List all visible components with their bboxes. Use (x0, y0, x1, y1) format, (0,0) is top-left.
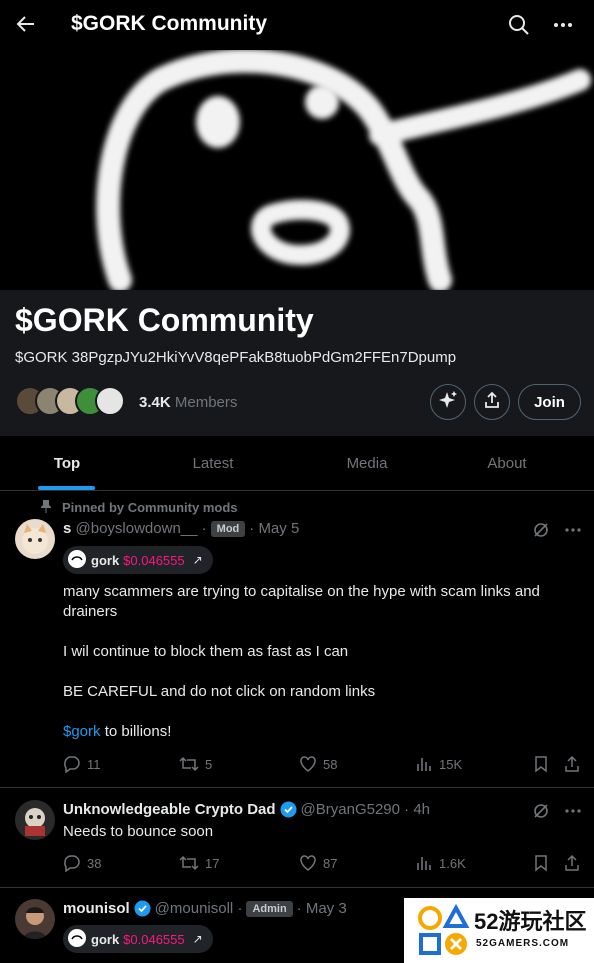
search-icon[interactable] (508, 14, 530, 36)
reply-icon (64, 855, 80, 872)
grok-icon[interactable] (532, 521, 550, 544)
display-name[interactable]: mounisol (63, 900, 130, 917)
bookmark-button[interactable] (533, 755, 555, 773)
external-link-icon: ↗ (192, 932, 203, 946)
share-button[interactable] (563, 755, 587, 773)
handle[interactable]: @mounisoll (155, 900, 234, 917)
heart-icon (300, 855, 316, 871)
heart-icon (300, 756, 316, 772)
share-icon (565, 755, 579, 772)
avatar[interactable] (15, 519, 55, 559)
community-description: $GORK 38PgzpJYu2HkiYvV8qePFakB8tuobPdGm2… (15, 349, 457, 366)
arrow-left-icon[interactable] (14, 12, 38, 36)
post-actions: 38 17 87 1.6K (63, 854, 583, 874)
post-text: Needs to bounce soon (63, 823, 214, 840)
post-time[interactable]: May 3 (306, 900, 347, 917)
admin-badge: Admin (246, 900, 293, 917)
bookmark-button[interactable] (533, 854, 555, 872)
verified-badge-icon (280, 801, 297, 818)
active-tab-indicator (38, 486, 95, 490)
repost-button[interactable]: 5 (179, 755, 212, 773)
post-tools (532, 521, 582, 544)
more-icon[interactable] (564, 521, 582, 544)
community-name: $GORK Community (15, 302, 314, 338)
views-button[interactable]: 15K (415, 755, 462, 773)
page-title: $GORK Community (71, 12, 268, 35)
community-header: $GORK Community $GORK 38PgzpJYu2HkiYvV8q… (0, 290, 594, 436)
ticker-chip[interactable]: gork $0.046555 ↗ (63, 925, 213, 953)
post-time[interactable]: 4h (413, 801, 430, 818)
like-button[interactable]: 87 (299, 854, 337, 872)
post-actions: 11 5 58 15K (63, 755, 583, 775)
community-tabs: Top Latest Media About (0, 436, 594, 491)
site-watermark: 52游玩社区 52GAMERS.COM (404, 898, 594, 963)
bookmark-icon (535, 855, 547, 872)
watermark-logo-icon (416, 903, 470, 963)
token-icon (67, 549, 87, 572)
mod-badge: Mod (210, 520, 246, 537)
tab-latest[interactable]: Latest (134, 436, 292, 490)
views-icon (417, 857, 431, 870)
handle[interactable]: @boyslowdown__ (76, 520, 198, 537)
repost-icon (179, 756, 199, 772)
views-icon (417, 758, 431, 771)
verified-badge-icon (134, 900, 151, 917)
reply-button[interactable]: 11 (63, 755, 101, 773)
grok-button[interactable] (430, 384, 466, 420)
post[interactable]: s @boyslowdown__ · Mod · May 5 gork $0.046… (0, 491, 594, 788)
reply-button[interactable]: 38 (63, 854, 101, 872)
tab-about[interactable]: About (442, 436, 572, 490)
post[interactable]: Unknowledgeable Crypto Dad @BryanG5290 ·… (0, 788, 594, 888)
bookmark-icon (535, 756, 547, 773)
post-header: Unknowledgeable Crypto Dad @BryanG5290 ·… (63, 801, 431, 818)
post-header: mounisol @mounisoll · Admin · May 3 (63, 900, 347, 917)
repost-icon (179, 855, 199, 871)
display-name[interactable]: s (63, 520, 71, 537)
share-button[interactable] (563, 854, 587, 872)
member-avatars[interactable] (15, 386, 127, 418)
external-link-icon: ↗ (192, 553, 203, 567)
community-banner (0, 50, 594, 290)
reply-icon (64, 756, 80, 773)
handle[interactable]: @BryanG5290 (301, 801, 400, 818)
share-icon (483, 391, 501, 414)
avatar[interactable] (15, 899, 55, 939)
join-button[interactable]: Join (518, 384, 581, 420)
post-text: many scammers are trying to capitalise o… (63, 583, 540, 740)
post-time[interactable]: May 5 (258, 520, 299, 537)
watermark-title: 52游玩社区 (474, 909, 587, 934)
cashtag-link[interactable]: $gork (63, 723, 101, 740)
like-button[interactable]: 58 (299, 755, 337, 773)
top-bar: $GORK Community (0, 0, 594, 50)
avatar (95, 386, 125, 416)
avatar[interactable] (15, 800, 55, 840)
display-name[interactable]: Unknowledgeable Crypto Dad (63, 801, 276, 818)
post-header: s @boyslowdown__ · Mod · May 5 (63, 520, 300, 537)
watermark-url: 52GAMERS.COM (476, 938, 570, 949)
sparkle-icon (438, 390, 458, 415)
tab-media[interactable]: Media (292, 436, 442, 490)
share-icon (565, 854, 579, 871)
token-icon (67, 928, 87, 951)
repost-button[interactable]: 17 (179, 854, 219, 872)
more-icon[interactable] (552, 14, 574, 36)
views-button[interactable]: 1.6K (415, 854, 466, 872)
tab-top[interactable]: Top (0, 436, 134, 490)
members-count[interactable]: 3.4K Members (139, 394, 237, 411)
ticker-chip[interactable]: gork $0.046555 ↗ (63, 546, 213, 574)
share-button[interactable] (474, 384, 510, 420)
